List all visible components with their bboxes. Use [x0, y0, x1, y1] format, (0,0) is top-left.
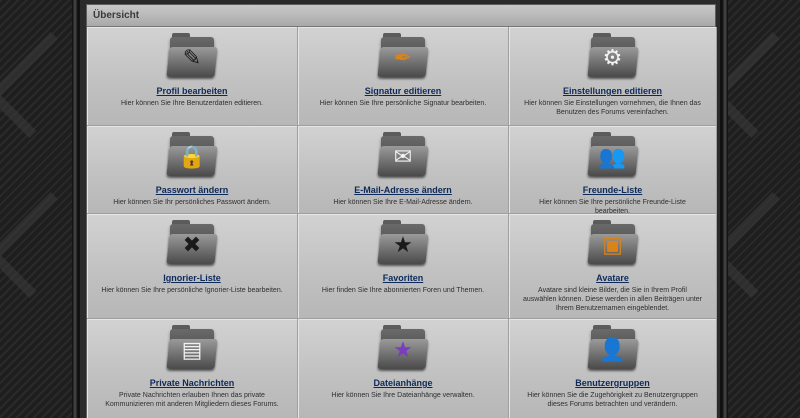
option-title-link[interactable]: Freunde-Liste	[583, 185, 643, 195]
right-rail	[722, 0, 728, 418]
left-decor-panel	[0, 0, 94, 418]
option-cell[interactable]: ▣ Avatare Avatare sind kleine Bilder, die …	[509, 214, 717, 319]
star-icon: ★	[393, 233, 413, 258]
right-decor-panel	[708, 0, 800, 418]
option-cell[interactable]: ✉ E-Mail-Adresse ändern Hier können Sie Ih…	[298, 126, 509, 214]
film-attachment-icon: ★	[393, 338, 413, 363]
option-description: Hier können Sie Ihre Dateianhänge verwal…	[331, 392, 475, 399]
option-cell[interactable]: 👤 Benutzergruppen Hier können Sie die Zuge…	[509, 319, 717, 418]
option-cell[interactable]: ✎ Profil bearbeiten Hier können Sie Ihre B…	[87, 27, 298, 126]
folder-icon[interactable]: 🔒	[166, 132, 218, 176]
folder-icon[interactable]: ✉	[377, 132, 429, 176]
option-description: Avatare sind kleine Bilder, die Sie in I…	[523, 287, 703, 312]
user-group-icon: 👤	[598, 338, 627, 363]
option-description: Hier können Sie Ihre E-Mail-Adresse ände…	[333, 199, 473, 206]
folder-icon[interactable]: 👥	[586, 132, 639, 176]
option-description: Hier können Sie Einstellungen vornehmen,…	[524, 100, 701, 116]
private-messages-icon: ▤	[181, 338, 203, 363]
folder-icon[interactable]: ⚙	[586, 33, 639, 77]
option-description: Hier können Sie Ihre persönliche Signatu…	[319, 100, 487, 107]
option-title-link[interactable]: Signatur editieren	[365, 86, 442, 96]
option-description: Hier können Sie Ihre Benutzerdaten editi…	[120, 100, 264, 107]
folder-icon[interactable]: ★	[377, 325, 429, 369]
folder-icon[interactable]: ✒	[377, 33, 429, 77]
option-title-link[interactable]: Benutzergruppen	[575, 378, 650, 388]
option-title-link[interactable]: Einstellungen editieren	[563, 86, 662, 96]
option-title-link[interactable]: Ignorier-Liste	[163, 273, 221, 283]
option-cell[interactable]: ▤ Private Nachrichten Private Nachrichten …	[87, 319, 298, 418]
option-cell[interactable]: ⚙ Einstellungen editieren Hier können Sie …	[509, 27, 717, 126]
option-cell[interactable]: ✒ Signatur editieren Hier können Sie Ihre …	[298, 27, 509, 126]
folder-icon[interactable]: ★	[377, 220, 429, 264]
folder-icon[interactable]: ▤	[166, 325, 218, 369]
option-cell[interactable]: 🔒 Passwort ändern Hier können Sie Ihr pers…	[87, 126, 298, 214]
panel-header: Übersicht	[87, 5, 715, 27]
signature-pen-icon: ✒	[393, 46, 413, 71]
option-title-link[interactable]: Dateianhänge	[373, 378, 432, 388]
option-description: Private Nachrichten erlauben Ihnen das p…	[105, 392, 279, 408]
settings-gear-icon: ⚙	[602, 46, 623, 71]
option-description: Hier können Sie Ihre persönliche Ignorie…	[101, 287, 283, 294]
folder-icon[interactable]: ▣	[586, 220, 639, 264]
option-title-link[interactable]: Private Nachrichten	[150, 378, 235, 388]
option-cell[interactable]: ★ Dateianhänge Hier können Sie Ihre Dateia…	[298, 319, 509, 418]
envelope-icon: ✉	[393, 145, 413, 170]
folder-icon[interactable]: 👤	[586, 325, 639, 369]
overview-panel: Übersicht ✎ Profil bearbeiten Hier können …	[86, 4, 717, 418]
ignore-x-icon: ✖	[182, 233, 202, 258]
option-description: Hier können Sie die Zugehörigkeit zu Ben…	[527, 392, 698, 408]
option-title-link[interactable]: Passwort ändern	[156, 185, 229, 195]
option-title-link[interactable]: Avatare	[596, 273, 629, 283]
option-title-link[interactable]: Profil bearbeiten	[156, 86, 227, 96]
folder-icon[interactable]: ✎	[166, 33, 218, 77]
friends-icon: 👥	[598, 145, 627, 170]
option-cell[interactable]: 👥 Freunde-Liste Hier können Sie Ihre persö…	[509, 126, 717, 215]
option-description: Hier finden Sie Ihre abonnierten Foren u…	[321, 287, 485, 294]
content-frame: Übersicht ✎ Profil bearbeiten Hier können …	[78, 0, 722, 418]
option-title-link[interactable]: E-Mail-Adresse ändern	[354, 185, 452, 195]
avatar-image-icon: ▣	[602, 233, 623, 258]
folder-icon[interactable]: ✖	[166, 220, 218, 264]
padlock-icon: 🔒	[178, 145, 206, 170]
option-description: Hier können Sie Ihr persönliches Passwor…	[113, 199, 271, 206]
profile-edit-icon: ✎	[182, 46, 202, 71]
option-cell[interactable]: ✖ Ignorier-Liste Hier können Sie Ihre pers…	[87, 214, 298, 319]
option-cell[interactable]: ★ Favoriten Hier finden Sie Ihre abonniert…	[298, 214, 509, 319]
options-grid: ✎ Profil bearbeiten Hier können Sie Ihre B…	[87, 27, 717, 418]
option-title-link[interactable]: Favoriten	[383, 273, 424, 283]
